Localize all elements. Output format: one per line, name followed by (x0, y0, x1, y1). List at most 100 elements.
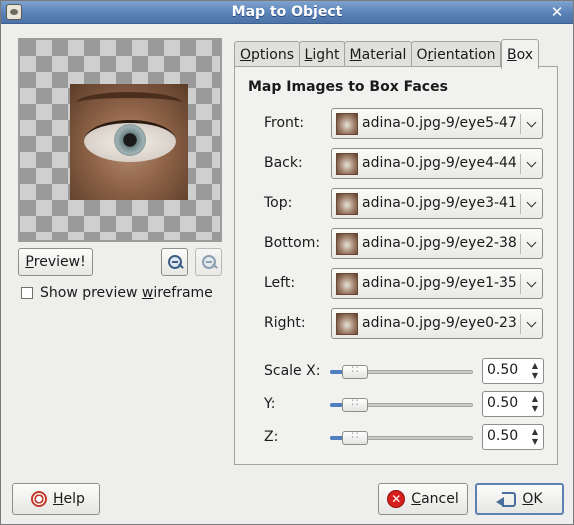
tab-light-label: ight (312, 46, 340, 63)
image-thumbnail (336, 193, 358, 215)
combo-separator (520, 314, 521, 334)
ok-label: K (533, 491, 543, 507)
image-thumbnail (336, 113, 358, 135)
tab-orientation-prefix: O (416, 46, 428, 63)
scale-y-label: Y: (264, 396, 276, 412)
tab-box-mnemonic: B (506, 46, 517, 63)
image-thumbnail (336, 273, 358, 295)
scale-x-value: 0.50 (487, 362, 519, 378)
scale-y-spinbutton[interactable]: 0.50 ▲ ▼ (482, 391, 544, 417)
help-button[interactable]: Help (12, 483, 100, 515)
cancel-icon: ✕ (387, 490, 406, 508)
cancel-button[interactable]: ✕ Cancel (378, 483, 468, 515)
tab-options-mnemonic: O (239, 46, 252, 63)
chevron-down-icon (526, 117, 536, 128)
chevron-down-icon (526, 157, 536, 168)
top-image-value: adina-0.jpg-9/eye3-41 (362, 195, 517, 211)
tab-material-mnemonic: M (349, 46, 362, 63)
image-thumbnail (336, 233, 358, 255)
tab-light-mnemonic: L (304, 46, 313, 63)
show-wireframe-checkbox[interactable] (21, 287, 33, 299)
preview-iris (114, 124, 146, 156)
front-label: Front: (264, 115, 305, 131)
slider-handle[interactable] (342, 429, 368, 445)
image-thumbnail (336, 153, 358, 175)
front-image-combo[interactable]: adina-0.jpg-9/eye5-47 (331, 108, 543, 139)
slider-handle[interactable] (342, 363, 368, 379)
zoom-out-icon (167, 255, 182, 269)
ok-mnemonic: O (522, 491, 534, 507)
spin-arrows-icon[interactable]: ▲ ▼ (529, 361, 541, 381)
combo-separator (520, 154, 521, 174)
tab-light[interactable]: Light (299, 41, 345, 67)
right-label: Right: (264, 315, 306, 331)
top-label: Top: (264, 195, 293, 211)
help-label: elp (63, 491, 85, 507)
help-icon (31, 491, 47, 507)
tab-material[interactable]: Material (344, 41, 412, 67)
scale-y-value: 0.50 (487, 395, 519, 411)
ok-button[interactable]: OK (475, 483, 564, 515)
bottom-image-value: adina-0.jpg-9/eye2-38 (362, 235, 517, 251)
right-image-value: adina-0.jpg-9/eye0-23 (362, 315, 517, 331)
combo-separator (520, 114, 521, 134)
preview-button-mnemonic: P (25, 254, 34, 270)
chevron-down-icon (526, 237, 536, 248)
chevron-down-icon (526, 317, 536, 328)
left-image-value: adina-0.jpg-9/eye1-35 (362, 275, 517, 291)
slider-handle[interactable] (342, 396, 368, 412)
combo-separator (520, 194, 521, 214)
wireframe-label-mnemonic: w (141, 285, 154, 301)
section-title: Map Images to Box Faces (248, 79, 448, 95)
front-image-value: adina-0.jpg-9/eye5-47 (362, 115, 517, 131)
scale-x-label: Scale X: (264, 363, 321, 379)
tab-material-label: aterial (361, 46, 407, 63)
preview-button[interactable]: Preview! (18, 248, 93, 276)
chevron-down-icon (526, 277, 536, 288)
show-wireframe-label: Show preview wireframe (40, 285, 213, 301)
scale-x-spinbutton[interactable]: 0.50 ▲ ▼ (482, 358, 544, 384)
spin-arrows-icon[interactable]: ▲ ▼ (529, 394, 541, 414)
close-icon[interactable]: ✕ (549, 3, 565, 21)
tab-options-label: ptions (251, 46, 295, 63)
tab-box[interactable]: Box (501, 39, 539, 69)
left-image-combo[interactable]: adina-0.jpg-9/eye1-35 (331, 268, 543, 299)
scale-x-slider[interactable] (330, 363, 473, 380)
wireframe-label-rest: ireframe (153, 285, 213, 301)
box-tab-panel: Map Images to Box Faces Front: adina-0.j… (234, 66, 558, 465)
tab-options[interactable]: Options (234, 41, 300, 67)
scale-y-slider[interactable] (330, 396, 473, 413)
right-image-combo[interactable]: adina-0.jpg-9/eye0-23 (331, 308, 543, 339)
scale-z-slider[interactable] (330, 429, 473, 446)
window-title: Map to Object (231, 4, 343, 20)
tab-orientation[interactable]: Or ientation (411, 41, 501, 67)
left-label: Left: (264, 275, 296, 291)
cancel-mnemonic: C (411, 491, 422, 507)
chevron-down-icon (526, 197, 536, 208)
scale-z-spinbutton[interactable]: 0.50 ▲ ▼ (482, 424, 544, 450)
image-thumbnail (336, 313, 358, 335)
zoom-in-button[interactable] (195, 248, 222, 276)
show-wireframe-row[interactable]: Show preview wireframe (21, 285, 213, 301)
help-mnemonic: H (53, 491, 64, 507)
tab-orientation-label: ientation (433, 46, 496, 63)
cancel-label: ancel (421, 491, 459, 507)
scale-z-label: Z: (264, 429, 279, 445)
spin-arrows-icon[interactable]: ▲ ▼ (529, 427, 541, 447)
preview-image (70, 84, 188, 200)
preview-eyebrow (76, 92, 182, 114)
scale-z-value: 0.50 (487, 428, 519, 444)
combo-separator (520, 274, 521, 294)
title-bar[interactable]: Map to Object ✕ (1, 1, 573, 24)
combo-separator (520, 234, 521, 254)
ok-return-icon (496, 492, 517, 507)
bottom-image-combo[interactable]: adina-0.jpg-9/eye2-38 (331, 228, 543, 259)
back-label: Back: (264, 155, 303, 171)
preview-area[interactable] (18, 38, 222, 242)
zoom-out-button[interactable] (161, 248, 188, 276)
top-image-combo[interactable]: adina-0.jpg-9/eye3-41 (331, 188, 543, 219)
tab-box-label: ox (516, 46, 534, 63)
zoom-in-icon (201, 255, 216, 269)
back-image-combo[interactable]: adina-0.jpg-9/eye4-44 (331, 148, 543, 179)
wireframe-label-prefix: Show preview (40, 285, 142, 301)
